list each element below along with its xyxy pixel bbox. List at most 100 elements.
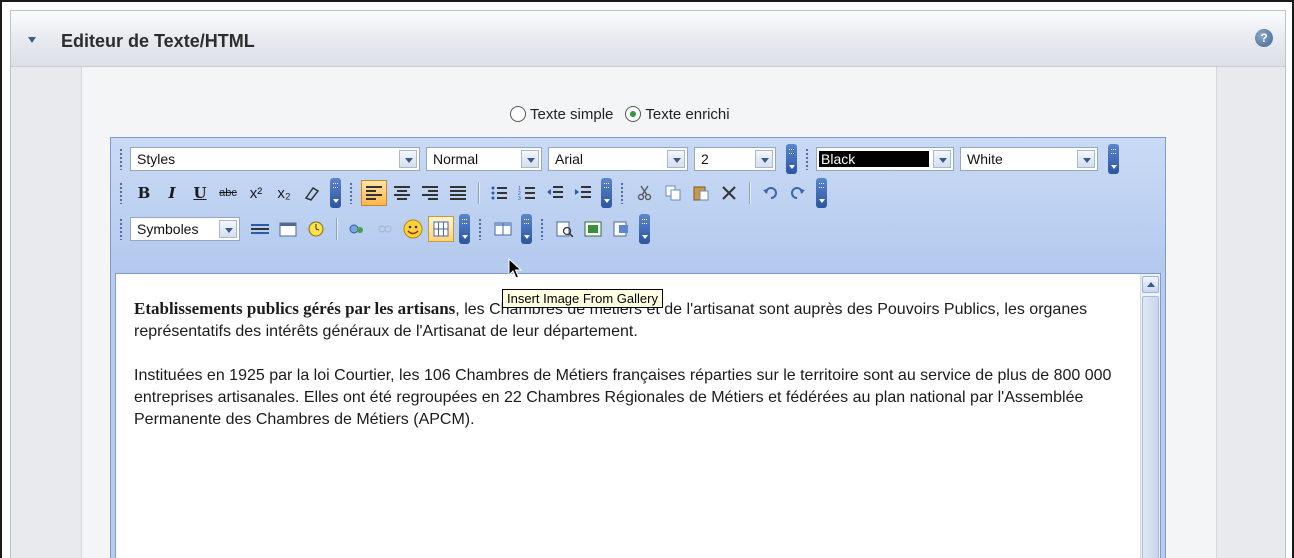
insert-image-gallery-button[interactable] <box>428 216 454 242</box>
redo-button[interactable] <box>785 180 811 206</box>
size-select[interactable]: 2 <box>694 147 776 171</box>
word-paste-button[interactable] <box>608 216 634 242</box>
toolbar-area: Styles Normal Arial 2 Black White B I U … <box>111 138 1165 273</box>
toolbar-grip[interactable] <box>119 148 124 170</box>
bullet-list-button[interactable] <box>486 180 512 206</box>
toolbar-options-icon[interactable] <box>1108 144 1119 174</box>
chevron-down-icon[interactable] <box>667 150 685 168</box>
time-button[interactable] <box>303 216 329 242</box>
mouse-pointer-icon <box>508 258 522 279</box>
indent-button[interactable] <box>570 180 596 206</box>
toolbar-row-3: Symboles <box>117 212 656 246</box>
toolbar-options-icon[interactable] <box>601 178 612 208</box>
chevron-down-icon[interactable] <box>1077 150 1095 168</box>
format-select[interactable]: Normal <box>426 147 542 171</box>
copy-button[interactable] <box>660 180 686 206</box>
toolbar-grip[interactable] <box>119 218 124 240</box>
toolbar-row-1: Styles Normal Arial 2 Black White <box>117 142 1125 176</box>
toolbar-options-icon[interactable] <box>330 178 341 208</box>
align-center-button[interactable] <box>389 180 415 206</box>
cut-button[interactable] <box>632 180 658 206</box>
undo-icon <box>763 187 777 199</box>
toolbar-options-icon[interactable] <box>786 144 797 174</box>
toolbar-grip[interactable] <box>349 182 354 204</box>
styles-select[interactable]: Styles <box>130 147 420 171</box>
toolbar-row-2: B I U abc x² x₂ 1 2 3 <box>117 176 833 210</box>
smiley-icon <box>403 219 423 239</box>
eraser-icon[interactable] <box>299 180 325 206</box>
separator <box>336 218 337 240</box>
align-right-icon <box>422 186 438 200</box>
mode-option-label: Texte simple <box>530 105 614 123</box>
delete-button[interactable] <box>716 180 742 206</box>
align-right-button[interactable] <box>417 180 443 206</box>
toolbar-grip[interactable] <box>540 218 545 240</box>
horizontal-rule-button[interactable] <box>247 216 273 242</box>
insert-link-button[interactable] <box>344 216 370 242</box>
bold-button[interactable]: B <box>131 180 157 206</box>
underline-button[interactable]: U <box>187 180 213 206</box>
paste-button[interactable] <box>688 180 714 206</box>
forecolor-select[interactable]: Black <box>816 147 954 171</box>
document-icon <box>613 221 628 237</box>
html-view-button[interactable] <box>580 216 606 242</box>
backcolor-select[interactable]: White <box>960 147 1098 171</box>
separator <box>749 182 750 204</box>
tooltip: Insert Image From Gallery <box>502 289 663 308</box>
bullet-list-icon <box>491 186 507 200</box>
superscript-button[interactable]: x² <box>243 180 269 206</box>
mode-option-enriched[interactable]: Texte enrichi <box>625 106 730 123</box>
radio-simple[interactable] <box>510 106 526 122</box>
toolbar-options-icon[interactable] <box>639 214 650 244</box>
rich-text-editor: Styles Normal Arial 2 Black White B I U … <box>110 137 1166 558</box>
paragraph-1-lead: Etablissements publics gérés par les art… <box>134 299 456 318</box>
paragraph-2: Instituées en 1925 par la loi Courtier, … <box>134 367 1112 428</box>
toolbar-options-icon[interactable] <box>521 214 532 244</box>
panel-header[interactable]: Editeur de Texte/HTML ? <box>11 11 1285 67</box>
html-grid-icon <box>584 221 602 237</box>
redo-icon <box>791 187 805 199</box>
calendar-icon <box>279 222 297 237</box>
toolbar-options-icon[interactable] <box>459 214 470 244</box>
radio-enriched[interactable] <box>625 106 642 122</box>
strikethrough-button[interactable]: abc <box>215 180 241 206</box>
editor-content-area[interactable]: Etablissements publics gérés par les art… <box>115 273 1161 558</box>
subscript-button[interactable]: x₂ <box>271 180 297 206</box>
preview-icon <box>556 221 574 237</box>
numbered-list-button[interactable]: 123 <box>514 180 540 206</box>
mode-option-simple[interactable]: Texte simple <box>510 106 613 123</box>
remove-link-button[interactable] <box>372 216 398 242</box>
scroll-thumb[interactable] <box>1142 296 1159 558</box>
clock-icon <box>308 221 324 237</box>
chevron-down-icon[interactable] <box>521 150 539 168</box>
chevron-down-icon[interactable] <box>219 220 237 238</box>
toolbar-grip[interactable] <box>478 218 483 240</box>
help-icon[interactable]: ? <box>1255 29 1273 47</box>
collapse-arrow-icon[interactable] <box>28 37 36 43</box>
toolbar-grip[interactable] <box>119 182 124 204</box>
document-text[interactable]: Etablissements publics gérés par les art… <box>134 298 1124 453</box>
scroll-up-icon[interactable] <box>1142 276 1159 293</box>
font-select[interactable]: Arial <box>548 147 688 171</box>
toolbar-grip[interactable] <box>620 182 625 204</box>
unlink-icon <box>378 225 392 233</box>
justify-button[interactable] <box>445 180 471 206</box>
emoticon-button[interactable] <box>400 216 426 242</box>
italic-button[interactable]: I <box>159 180 185 206</box>
toolbar-options-icon[interactable] <box>816 178 827 208</box>
toolbar-grip[interactable] <box>805 148 810 170</box>
insert-table-button[interactable] <box>490 216 516 242</box>
calendar-button[interactable] <box>275 216 301 242</box>
symbols-select[interactable]: Symboles <box>130 217 240 241</box>
outdent-button[interactable] <box>542 180 568 206</box>
outdent-icon <box>547 186 563 198</box>
chevron-down-icon[interactable] <box>755 150 773 168</box>
chevron-down-icon[interactable] <box>933 150 951 168</box>
preview-button[interactable] <box>552 216 578 242</box>
vertical-scrollbar[interactable] <box>1140 274 1160 558</box>
chevron-down-icon[interactable] <box>399 150 417 168</box>
undo-button[interactable] <box>757 180 783 206</box>
link-icon <box>349 224 363 234</box>
align-left-button[interactable] <box>361 180 387 206</box>
paste-icon <box>693 186 709 201</box>
